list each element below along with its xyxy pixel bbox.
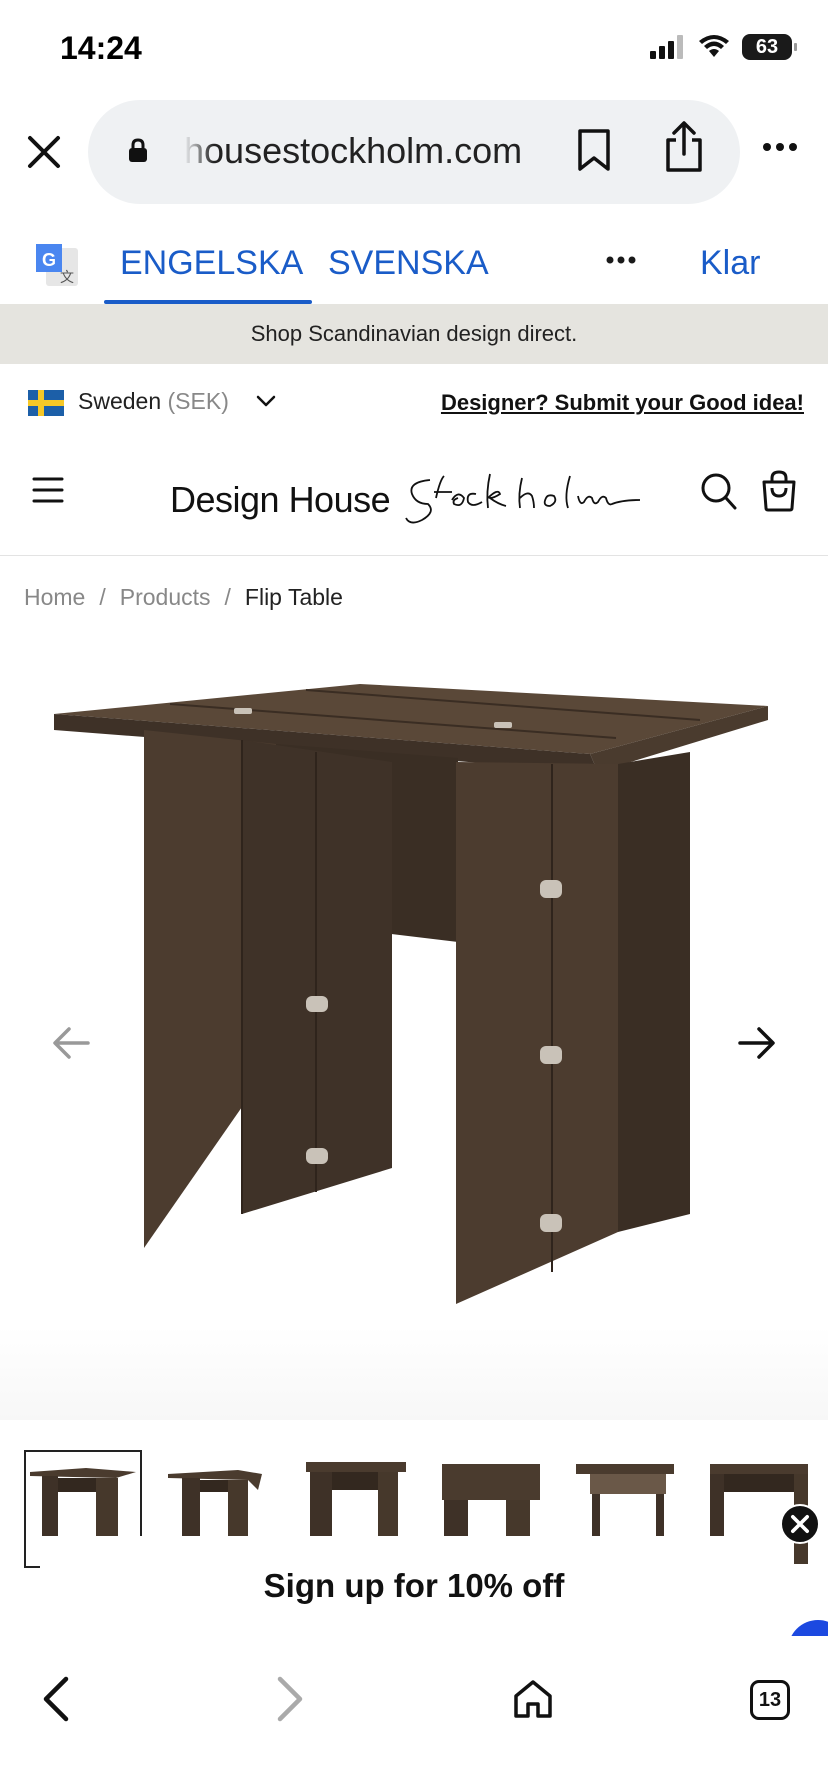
promo-banner: Shop Scandinavian design direct. <box>0 304 828 364</box>
share-icon[interactable] <box>662 120 706 174</box>
logo-script <box>405 473 641 524</box>
previous-image-arrow-icon[interactable] <box>52 1026 90 1060</box>
address-bar[interactable]: housestockholm.com <box>88 100 740 204</box>
browser-toolbar: housestockholm.com <box>0 96 828 208</box>
country-name: Sweden <box>78 388 162 414</box>
shopping-bag-icon[interactable] <box>760 470 798 512</box>
status-icons: 63 <box>650 34 797 60</box>
breadcrumb-current: Flip Table <box>244 584 343 610</box>
search-icon[interactable] <box>700 472 738 512</box>
translate-more-icon[interactable] <box>606 256 636 264</box>
status-bar: 14:24 63 <box>0 0 828 96</box>
product-image-carousel[interactable] <box>0 640 828 1420</box>
url-text[interactable]: housestockholm.com <box>184 130 564 172</box>
designer-submit-link[interactable]: Designer? Submit your Good idea! <box>441 390 804 416</box>
google-translate-icon[interactable]: G 文 <box>32 242 80 288</box>
breadcrumb-products[interactable]: Products <box>120 584 211 611</box>
breadcrumb: Home / Products / Flip Table <box>24 584 343 611</box>
home-icon[interactable] <box>512 1678 554 1720</box>
menu-icon[interactable] <box>32 476 64 504</box>
next-image-arrow-icon[interactable] <box>738 1026 776 1060</box>
back-arrow-icon[interactable] <box>40 1676 70 1722</box>
locale-row: Sweden (SEK) Designer? Submit your Good … <box>0 364 828 440</box>
chevron-down-icon[interactable] <box>256 394 276 408</box>
translate-bar: G 文 ENGELSKA SVENSKA Klar <box>0 208 828 304</box>
breadcrumb-home[interactable]: Home <box>24 584 85 611</box>
breadcrumb-separator: / <box>224 584 231 610</box>
currency-code: (SEK) <box>167 388 229 414</box>
close-signup-icon[interactable] <box>780 1504 820 1544</box>
breadcrumb-separator: / <box>99 584 106 610</box>
bookmark-icon[interactable] <box>576 128 612 172</box>
translate-done-button[interactable]: Klar <box>700 244 760 283</box>
forward-arrow-icon[interactable] <box>276 1676 306 1722</box>
site-header: Design House <box>0 440 828 556</box>
wifi-icon <box>699 35 729 57</box>
tabs-count-button[interactable]: 13 <box>750 1680 790 1720</box>
battery-indicator: 63 <box>742 34 797 60</box>
flip-table-image <box>54 684 768 1304</box>
svg-text:文: 文 <box>60 269 74 285</box>
sweden-flag-icon <box>28 390 64 416</box>
close-icon[interactable] <box>24 132 64 172</box>
signup-discount-banner[interactable]: Sign up for 10% off <box>40 1536 788 1636</box>
svg-text:G: G <box>42 250 56 270</box>
country-selector[interactable]: Sweden (SEK) <box>78 388 229 415</box>
browser-bottom-bar: 13 <box>0 1636 828 1792</box>
lock-icon <box>129 138 147 162</box>
cellular-signal-icon <box>650 35 683 59</box>
tab-svenska[interactable]: SVENSKA <box>328 244 489 283</box>
status-time: 14:24 <box>60 30 142 66</box>
tab-engelska[interactable]: ENGELSKA <box>120 244 303 283</box>
site-logo[interactable]: Design House <box>170 470 650 530</box>
more-icon[interactable] <box>762 142 798 152</box>
logo-text: Design House <box>170 479 391 520</box>
